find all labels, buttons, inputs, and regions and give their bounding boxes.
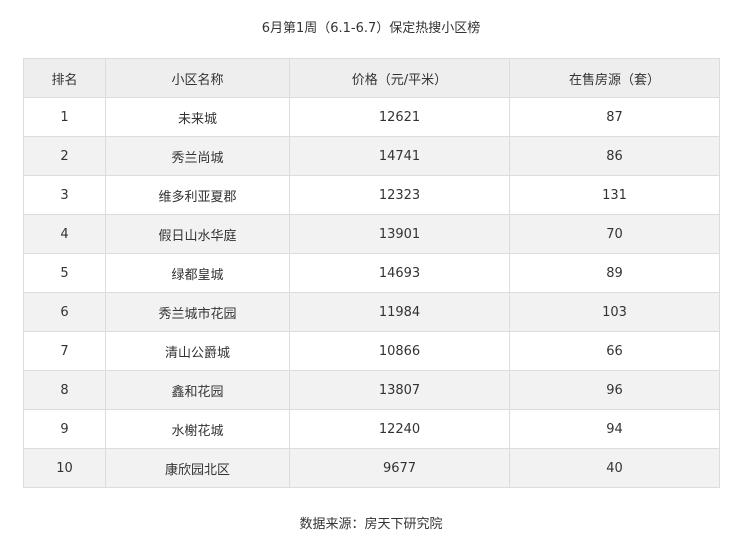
cell-rank: 6 (23, 292, 106, 332)
cell-listings: 96 (509, 370, 720, 410)
header-rank: 排名 (23, 58, 106, 98)
header-price: 价格（元/平米） (289, 58, 510, 98)
cell-price: 12240 (289, 409, 510, 449)
table-row: 6 秀兰城市花园 11984 103 (23, 292, 720, 332)
cell-community-name: 清山公爵城 (105, 331, 290, 371)
cell-rank: 3 (23, 175, 106, 215)
cell-rank: 2 (23, 136, 106, 176)
table-row: 9 水榭花城 12240 94 (23, 409, 720, 449)
cell-community-name: 秀兰城市花园 (105, 292, 290, 332)
table-row: 4 假日山水华庭 13901 70 (23, 214, 720, 254)
cell-community-name: 绿都皇城 (105, 253, 290, 293)
cell-price: 12323 (289, 175, 510, 215)
header-community-name: 小区名称 (105, 58, 290, 98)
cell-community-name: 秀兰尚城 (105, 136, 290, 176)
cell-listings: 40 (509, 448, 720, 488)
cell-community-name: 未来城 (105, 97, 290, 137)
table-row: 7 清山公爵城 10866 66 (23, 331, 720, 371)
cell-price: 13807 (289, 370, 510, 410)
table-row: 2 秀兰尚城 14741 86 (23, 136, 720, 176)
cell-price: 10866 (289, 331, 510, 371)
cell-price: 12621 (289, 97, 510, 137)
cell-community-name: 康欣园北区 (105, 448, 290, 488)
cell-price: 13901 (289, 214, 510, 254)
cell-listings: 103 (509, 292, 720, 332)
cell-rank: 5 (23, 253, 106, 293)
cell-listings: 66 (509, 331, 720, 371)
cell-listings: 70 (509, 214, 720, 254)
table-row: 5 绿都皇城 14693 89 (23, 253, 720, 293)
cell-community-name: 鑫和花园 (105, 370, 290, 410)
data-source-note: 数据来源：房天下研究院 (299, 517, 443, 532)
table-row: 1 未来城 12621 87 (23, 97, 720, 137)
ranking-table: 排名 小区名称 价格（元/平米） 在售房源（套） 1 未来城 12621 87 … (23, 58, 720, 488)
cell-rank: 7 (23, 331, 106, 371)
cell-price: 14741 (289, 136, 510, 176)
table-row: 3 维多利亚夏郡 12323 131 (23, 175, 720, 215)
table-header-row: 排名 小区名称 价格（元/平米） 在售房源（套） (23, 58, 720, 98)
cell-listings: 94 (509, 409, 720, 449)
cell-rank: 10 (23, 448, 106, 488)
cell-listings: 89 (509, 253, 720, 293)
cell-rank: 4 (23, 214, 106, 254)
cell-listings: 131 (509, 175, 720, 215)
table-row: 10 康欣园北区 9677 40 (23, 448, 720, 488)
header-listings: 在售房源（套） (509, 58, 720, 98)
cell-price: 9677 (289, 448, 510, 488)
cell-listings: 86 (509, 136, 720, 176)
cell-rank: 8 (23, 370, 106, 410)
cell-listings: 87 (509, 97, 720, 137)
cell-community-name: 假日山水华庭 (105, 214, 290, 254)
table-title: 6月第1周（6.1-6.7）保定热搜小区榜 (261, 21, 481, 36)
table-row: 8 鑫和花园 13807 96 (23, 370, 720, 410)
cell-price: 11984 (289, 292, 510, 332)
cell-community-name: 维多利亚夏郡 (105, 175, 290, 215)
cell-price: 14693 (289, 253, 510, 293)
cell-rank: 1 (23, 97, 106, 137)
cell-community-name: 水榭花城 (105, 409, 290, 449)
cell-rank: 9 (23, 409, 106, 449)
